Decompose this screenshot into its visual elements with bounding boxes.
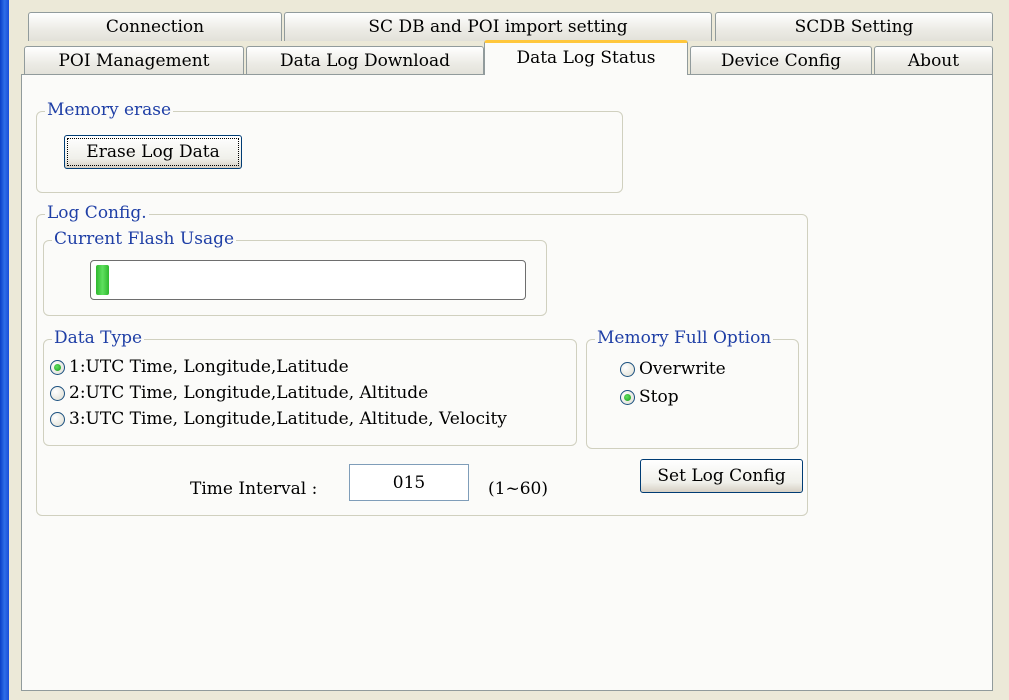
set-log-config-button[interactable]: Set Log Config <box>640 459 803 493</box>
memory-erase-legend: Memory erase <box>45 100 174 120</box>
flash-usage-progress-bar <box>90 260 526 300</box>
tab-device-config[interactable]: Device Config <box>690 46 872 75</box>
tab-label: Connection <box>105 17 205 37</box>
radio-label: 2:UTC Time, Longitude,Latitude, Altitude <box>69 383 429 403</box>
tab-data-log-download[interactable]: Data Log Download <box>246 46 484 75</box>
radio-button-icon <box>620 361 635 377</box>
tab-scdb-setting[interactable]: SCDB Setting <box>715 12 993 41</box>
data-type-group: Data Type 1:UTC Time, Longitude,Latitude… <box>43 328 577 446</box>
radio-label: Overwrite <box>639 359 726 379</box>
tab-label: Data Log Status <box>516 48 656 68</box>
flash-usage-group: Current Flash Usage <box>43 229 547 316</box>
memory-full-overwrite-option[interactable]: Overwrite <box>620 359 726 379</box>
radio-label: 1:UTC Time, Longitude,Latitude <box>69 357 349 377</box>
memory-full-stop-option[interactable]: Stop <box>620 387 679 407</box>
tab-data-log-status[interactable]: Data Log Status <box>484 40 688 75</box>
tab-label: About <box>907 51 960 71</box>
radio-button-icon <box>50 359 65 375</box>
tab-about[interactable]: About <box>874 46 993 75</box>
log-config-legend: Log Config. <box>45 203 149 223</box>
data-type-legend: Data Type <box>52 328 145 348</box>
radio-button-icon <box>50 411 65 427</box>
erase-log-data-button[interactable]: Erase Log Data <box>64 135 242 169</box>
tab-label: Data Log Download <box>280 51 450 71</box>
memory-erase-group: Memory erase Erase Log Data <box>36 100 623 193</box>
tab-label: POI Management <box>58 51 210 71</box>
tab-poi-management[interactable]: POI Management <box>24 46 244 75</box>
tab-label: SCDB Setting <box>794 17 914 37</box>
data-type-option-2[interactable]: 2:UTC Time, Longitude,Latitude, Altitude <box>50 383 428 403</box>
time-interval-range-hint: (1~60) <box>488 479 548 499</box>
radio-button-icon <box>50 385 65 401</box>
log-config-group: Log Config. Current Flash Usage Data Typ… <box>36 203 808 516</box>
flash-usage-legend: Current Flash Usage <box>52 229 237 249</box>
time-interval-label: Time Interval : <box>190 479 318 499</box>
radio-label: 3:UTC Time, Longitude,Latitude, Altitude… <box>69 409 507 429</box>
time-interval-input[interactable] <box>349 464 469 501</box>
radio-button-icon <box>620 389 635 405</box>
data-type-option-1[interactable]: 1:UTC Time, Longitude,Latitude <box>50 357 349 377</box>
memory-full-option-legend: Memory Full Option <box>595 328 774 348</box>
tab-connection[interactable]: Connection <box>28 12 282 41</box>
data-type-option-3[interactable]: 3:UTC Time, Longitude,Latitude, Altitude… <box>50 409 507 429</box>
window-frame-edge <box>0 0 9 700</box>
radio-label: Stop <box>639 387 679 407</box>
memory-full-option-group: Memory Full Option Overwrite Stop <box>586 328 799 449</box>
tab-label: SC DB and POI import setting <box>368 17 628 37</box>
tab-sc-db-poi-import[interactable]: SC DB and POI import setting <box>284 12 712 41</box>
tab-label: Device Config <box>720 51 842 71</box>
tab-panel-data-log-status: Memory erase Erase Log Data Log Config. … <box>21 74 993 691</box>
flash-usage-progress-fill <box>96 265 109 295</box>
